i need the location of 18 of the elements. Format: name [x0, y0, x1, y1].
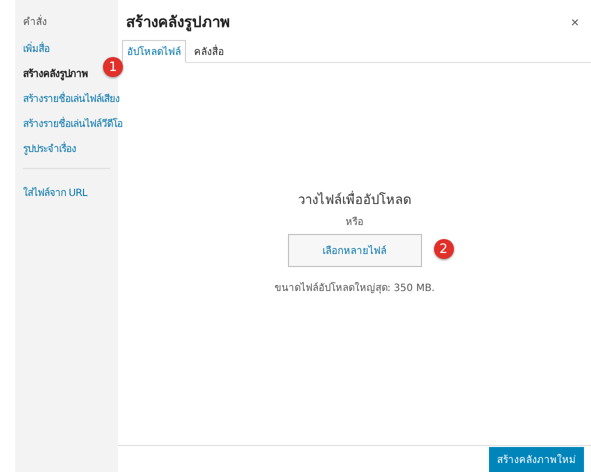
tab[interactable]: คลังสื่อ [189, 40, 229, 63]
sidebar-item[interactable]: ใส่ไฟล์จาก URL [23, 185, 88, 200]
sidebar-heading: คำสั่ง [23, 14, 118, 29]
or-text: หรือ [346, 216, 364, 229]
sidebar-item[interactable]: สร้างรายชื่อเล่นไฟล์เสียง [23, 91, 120, 106]
sidebar-item[interactable]: รูปประจำเรื่อง [23, 141, 76, 156]
drop-instructions: วางไฟล์เพื่ออัปโหลด [298, 189, 411, 210]
select-files-button[interactable]: เลือกหลายไฟล์ [288, 234, 422, 267]
tab[interactable]: อัปโหลดไฟล์ [122, 40, 186, 63]
sidebar-item[interactable]: สร้างคลังรูปภาพ [23, 66, 88, 81]
sidebar-item[interactable]: สร้างรายชื่อเล่นไฟล์วีดีโอ [23, 116, 122, 131]
max-size-text: ขนาดไฟล์อัปโหลดใหญ่สุด: 350 MB. [274, 281, 435, 295]
sidebar-item[interactable]: เพิ่มสื่อ [23, 41, 50, 56]
step-badge: 2 [434, 239, 454, 259]
step-badge: 1 [103, 57, 123, 77]
create-gallery-button[interactable]: สร้างคลังภาพใหม่ [489, 447, 584, 472]
modal-title: สร้างคลังรูปภาพ [126, 12, 230, 34]
close-button[interactable]: × [566, 14, 583, 30]
